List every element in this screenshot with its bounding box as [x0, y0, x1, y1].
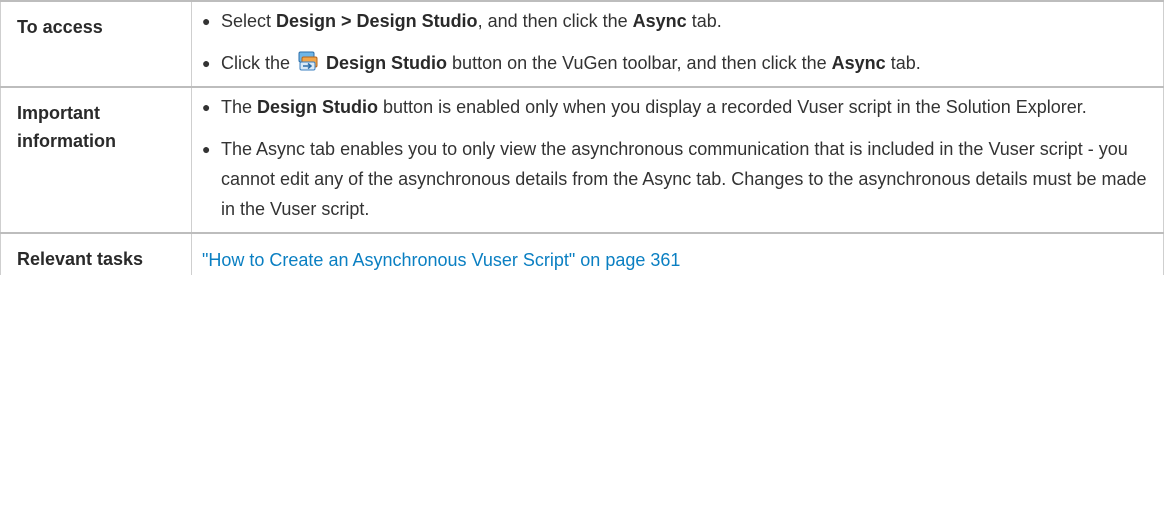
tab-name: Async [831, 53, 886, 73]
list-item: ● Select Design > Design Studio, and the… [202, 6, 1149, 36]
row-label: Relevant tasks [0, 233, 192, 275]
text-run: The [221, 97, 258, 117]
text-run: Select [221, 11, 277, 31]
button-name: Design Studio [257, 97, 379, 117]
bullet-icon: ● [202, 141, 211, 157]
text-run: , and then click the [477, 11, 633, 31]
row-content: ● The Design Studio button is enabled on… [191, 87, 1164, 234]
bullet-icon: ● [202, 13, 211, 29]
table-row-important-information: Important information ● The Design Studi… [0, 87, 1164, 234]
list-item: ● Click the Design Studio button on the … [202, 48, 1149, 78]
table-row-relevant-tasks: Relevant tasks "How to Create an Asynchr… [0, 233, 1164, 275]
list-item: ● The Async tab enables you to only view… [202, 134, 1149, 224]
row-content: ● Select Design > Design Studio, and the… [191, 0, 1164, 88]
button-name: Design Studio [326, 53, 448, 73]
text-run: tab. [885, 53, 921, 73]
bullet-icon: ● [202, 99, 211, 115]
list-item: ● The Design Studio button is enabled on… [202, 92, 1149, 122]
bullet-icon: ● [202, 55, 211, 71]
text-run: The Async tab enables you to only view t… [221, 139, 1147, 219]
design-studio-icon [298, 51, 318, 71]
bullet-list: ● Select Design > Design Studio, and the… [202, 6, 1149, 78]
row-label: To access [0, 0, 192, 88]
text-run: Click the [221, 53, 296, 73]
row-label: Important information [0, 87, 192, 234]
info-table: To access ● Select Design > Design Studi… [0, 0, 1164, 275]
relevant-task-link[interactable]: "How to Create an Asynchronous Vuser Scr… [202, 245, 680, 275]
menu-path: Design > Design Studio [276, 11, 478, 31]
text-run: tab. [686, 11, 722, 31]
row-content: "How to Create an Asynchronous Vuser Scr… [191, 233, 1164, 275]
bullet-list: ● The Design Studio button is enabled on… [202, 92, 1149, 224]
text-run: button is enabled only when you display … [378, 97, 1087, 117]
tab-name: Async [632, 11, 687, 31]
text-run: button on the VuGen toolbar, and then cl… [447, 53, 832, 73]
table-row-to-access: To access ● Select Design > Design Studi… [0, 0, 1164, 88]
